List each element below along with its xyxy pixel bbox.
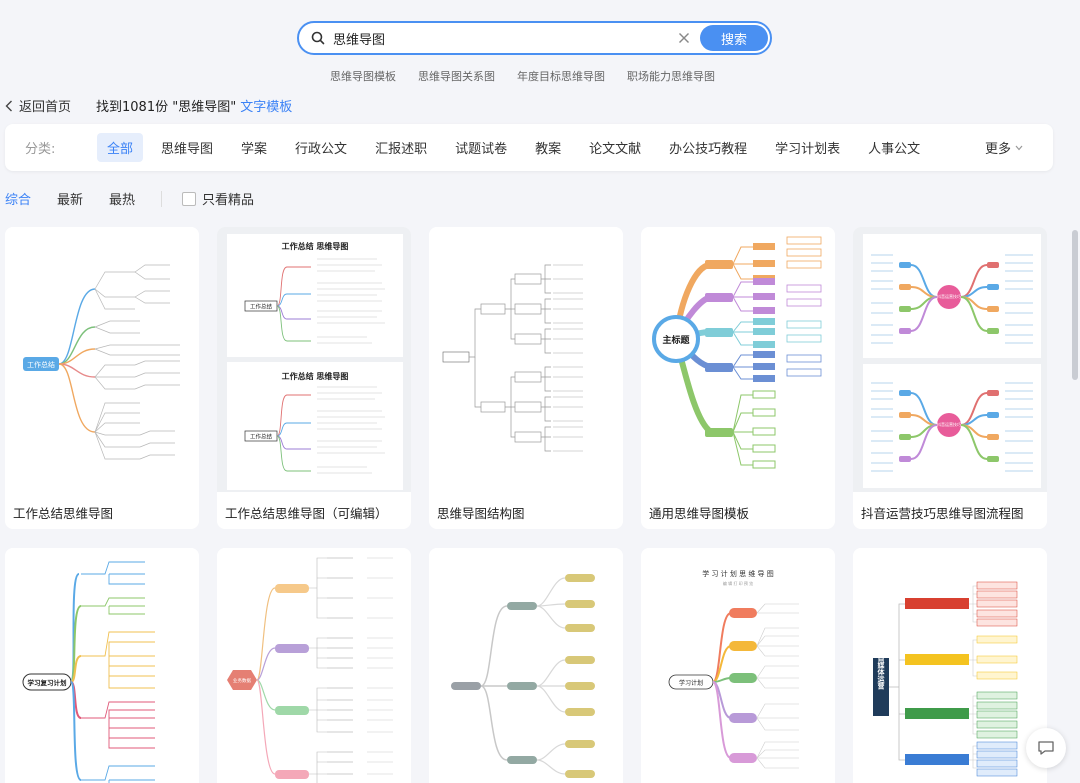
category-lesson-plan[interactable]: 教案 [525,133,571,162]
back-home-label: 返回首页 [19,100,72,115]
thumbnail-center-label-copy: 抖音运营技巧 [937,421,961,427]
template-card[interactable]: 主标题 通用思维导图模板 [641,227,835,529]
thumbnail-heading-copy: 工作总结 思维导图 [282,371,349,381]
sort-newest[interactable]: 最新 [57,189,83,208]
template-thumbnail: 主标题 [641,227,835,492]
category-all[interactable]: 全部 [97,133,144,162]
divider [161,190,163,207]
template-card[interactable]: 工作总结 工作总结思维导图 [5,227,199,529]
thumbnail-center-label: 工作总结 [250,303,273,311]
hot-tag[interactable]: 思维导图关系图 [418,68,495,84]
thumbnail-heading: 工作总结 思维导图 [282,241,349,251]
category-report[interactable]: 汇报述职 [365,133,437,162]
result-count: 找到1081份 "思维导图" [96,100,237,115]
chat-bubble-icon [1038,741,1054,755]
hot-tag[interactable]: 思维导图模板 [330,68,396,84]
thumbnail-center-label: 自媒体运营 [877,654,886,691]
template-card[interactable]: 学习复习计划 [5,548,199,783]
sort-comprehensive[interactable]: 综合 [5,189,31,208]
thumbnail-center-label: 学习计划 [679,679,703,687]
template-thumbnail [429,227,623,492]
template-thumbnail: 抖音运营技巧 抖音运营技巧 [853,227,1047,492]
template-title[interactable]: 通用思维导图模板 [649,503,749,522]
category-study-plan[interactable]: 学案 [231,133,277,162]
template-title[interactable]: 抖音运营技巧思维导图流程图 [861,503,1024,522]
chevron-down-icon [1015,145,1023,150]
category-bar: 分类: 全部 思维导图 学案 行政公文 汇报述职 试题试卷 教案 论文文献 办公… [5,124,1053,171]
template-thumbnail [429,548,623,783]
thumbnail-heading: 学 习 计 划 思 维 导 图 [702,569,774,578]
template-title[interactable]: 工作总结思维导图 [13,503,113,522]
sort-bar: 综合 最新 最热 只看精品 [5,189,254,208]
featured-only-label: 只看精品 [202,193,255,208]
category-thesis[interactable]: 论文文献 [579,133,651,162]
thumbnail-center-label: 抖音运营技巧 [937,293,961,299]
thumbnail-center-label-copy: 工作总结 [250,433,273,441]
back-home-link[interactable]: 返回首页 [5,96,71,115]
hot-tags: 思维导图模板 思维导图关系图 年度目标思维导图 职场能力思维导图 [330,68,715,84]
scrollbar[interactable] [1072,230,1078,380]
category-label: 分类: [25,142,56,157]
search-button[interactable]: 搜索 [700,25,768,51]
template-thumbnail: 学习复习计划 [5,548,199,783]
category-more[interactable]: 更多 [985,138,1023,157]
search-icon [305,31,331,45]
chevron-left-icon [5,100,12,111]
category-exam[interactable]: 试题试卷 [445,133,517,162]
template-thumbnail: 业务数据 [217,548,411,783]
template-card[interactable]: 业务数据 [217,548,411,783]
sort-hottest[interactable]: 最热 [109,189,135,208]
category-more-label: 更多 [984,142,1011,157]
template-card[interactable]: 自媒体运营 [853,548,1047,783]
template-card[interactable]: 思维导图结构图 [429,227,623,529]
template-card[interactable]: 工作总结 思维导图 工作总结 思维导图 工作总结 工作总结 工作总结思维导图（可… [217,227,411,529]
text-template-link[interactable]: 文字模板 [240,100,292,115]
checkbox-box [182,191,197,206]
search-input[interactable] [331,30,672,46]
category-mindmap[interactable]: 思维导图 [151,133,223,162]
thumbnail-center-label: 学习复习计划 [28,678,68,687]
hot-tag[interactable]: 年度目标思维导图 [517,68,605,84]
hot-tag[interactable]: 职场能力思维导图 [627,68,715,84]
template-title[interactable]: 工作总结思维导图（可编辑） [225,503,388,522]
template-card[interactable] [429,548,623,783]
clear-icon[interactable] [672,32,696,44]
template-thumbnail: 工作总结 思维导图 工作总结 思维导图 工作总结 工作总结 [217,227,411,492]
category-hr-doc[interactable]: 人事公文 [858,133,930,162]
category-office-tips[interactable]: 办公技巧教程 [659,133,757,162]
thumbnail-subheading: 编 辑 打 印 预 览 [723,580,753,586]
template-thumbnail: 学 习 计 划 思 维 导 图 编 辑 打 印 预 览 学习计划 [641,548,835,783]
category-study-schedule[interactable]: 学习计划表 [765,133,850,162]
thumbnail-center-label: 工作总结 [27,360,55,369]
template-card[interactable]: 学 习 计 划 思 维 导 图 编 辑 打 印 预 览 学习计划 [641,548,835,783]
template-card[interactable]: 抖音运营技巧 抖音运营技巧 抖音运营技巧思维导图流程图 [853,227,1047,529]
category-official-doc[interactable]: 行政公文 [285,133,357,162]
search-box[interactable]: 搜索 [297,21,772,55]
feedback-button[interactable] [1026,728,1066,768]
featured-only-checkbox[interactable]: 只看精品 [182,189,254,208]
template-thumbnail: 自媒体运营 [853,548,1047,783]
result-summary: 找到1081份 "思维导图" 文字模板 [96,96,292,115]
template-title[interactable]: 思维导图结构图 [437,503,525,522]
template-thumbnail: 工作总结 [5,227,199,492]
thumbnail-center-label: 业务数据 [233,677,251,684]
thumbnail-center-label: 主标题 [662,334,690,346]
